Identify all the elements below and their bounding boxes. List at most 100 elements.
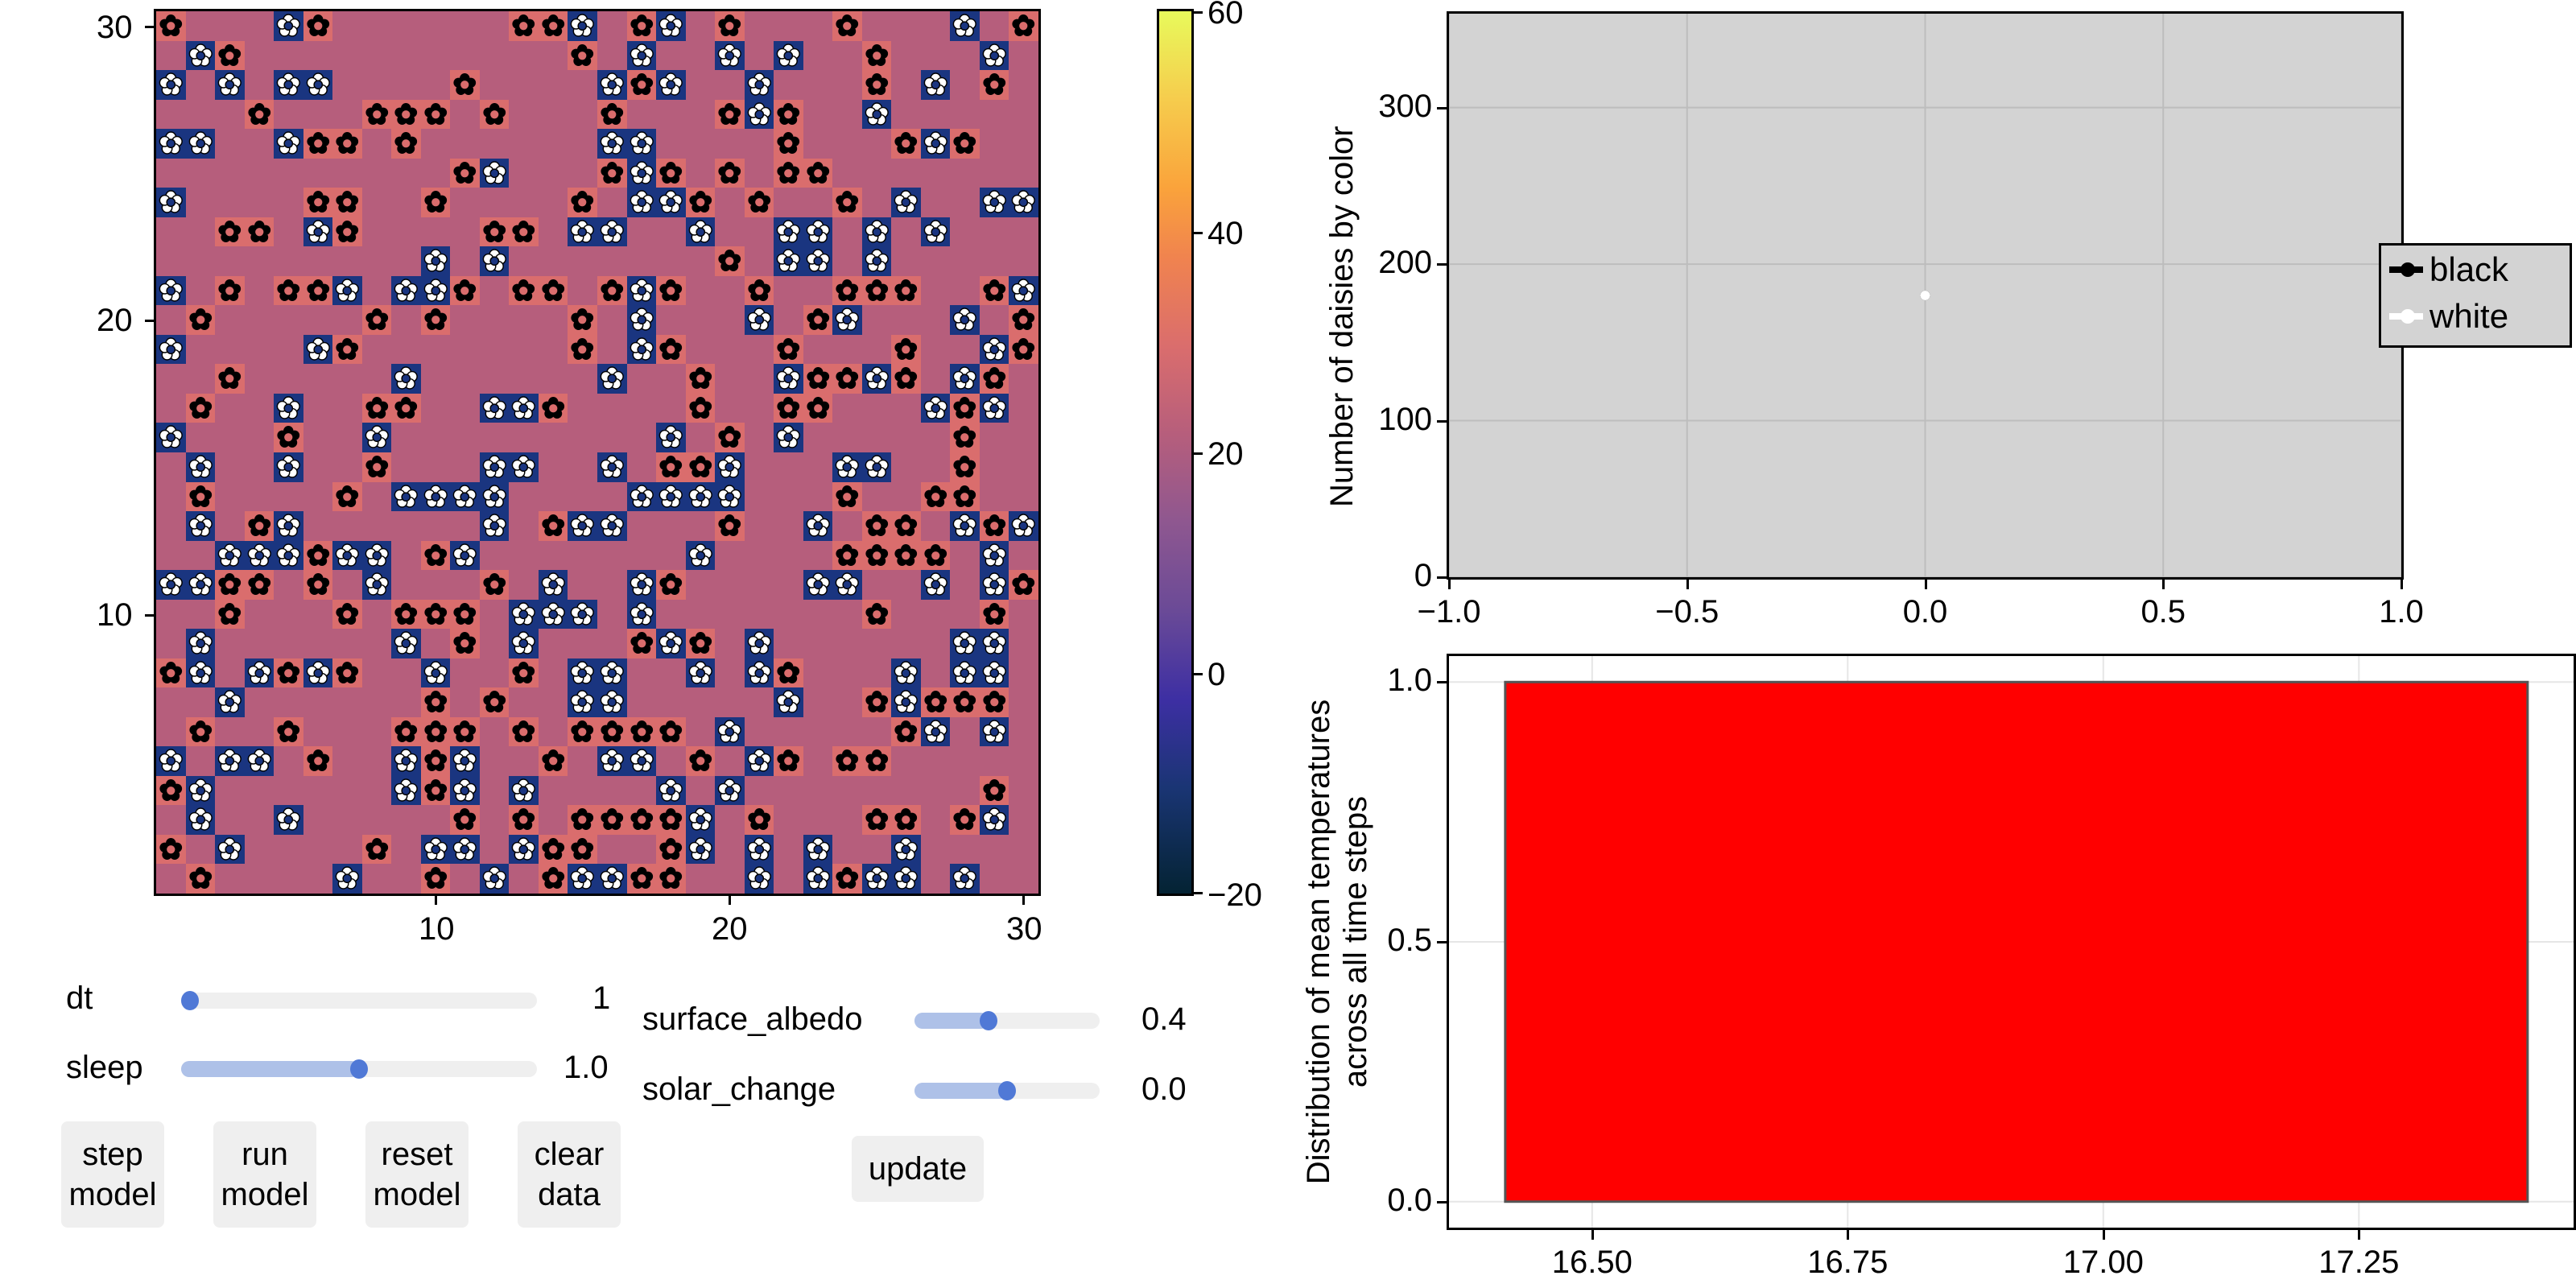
step-model-button[interactable]: step model bbox=[61, 1121, 164, 1228]
grid-cell-white-daisy bbox=[803, 834, 833, 865]
grid-cell-black-daisy bbox=[509, 805, 539, 835]
slider-label-sleep: sleep bbox=[66, 1050, 143, 1085]
grid-cell-black-daisy bbox=[832, 481, 862, 512]
colorbar-tick-label: 0 bbox=[1208, 657, 1226, 692]
grid-cell-empty bbox=[509, 364, 539, 394]
hist-chart-ylabel: Distribution of mean temperatures across… bbox=[1301, 699, 1373, 1185]
white-daisy-icon bbox=[423, 837, 448, 861]
grid-cell-white-daisy bbox=[479, 481, 510, 512]
grid-cell-empty bbox=[539, 129, 568, 159]
grid-cell-empty bbox=[421, 11, 451, 41]
dt-slider-knob[interactable] bbox=[181, 991, 199, 1010]
grid-cell-black-daisy bbox=[538, 511, 568, 541]
grid-cell-white-daisy bbox=[685, 805, 716, 835]
run-model-button[interactable]: run model bbox=[213, 1121, 316, 1228]
grid-cell-empty bbox=[803, 629, 833, 658]
black-daisy-icon bbox=[512, 720, 535, 742]
grid-cell-black-daisy bbox=[715, 423, 745, 452]
white-daisy-icon bbox=[776, 366, 801, 390]
white-daisy-icon bbox=[747, 749, 771, 773]
white-daisy-icon bbox=[747, 308, 771, 332]
grid-cell-white-daisy bbox=[215, 70, 245, 100]
grid-cell-white-daisy bbox=[244, 746, 275, 776]
white-daisy-icon bbox=[658, 190, 683, 213]
black-daisy-icon bbox=[307, 191, 329, 213]
grid-cell-empty bbox=[450, 394, 480, 423]
grid-cell-empty bbox=[745, 129, 774, 159]
grid-cell-black-daisy bbox=[538, 393, 568, 423]
grid-cell-empty bbox=[921, 511, 951, 541]
grid-cell-empty bbox=[509, 423, 539, 452]
white-daisy-icon bbox=[747, 631, 771, 654]
white-daisy-icon bbox=[894, 866, 919, 890]
grid-cell-empty bbox=[950, 217, 980, 247]
grid-cell-black-daisy bbox=[774, 129, 803, 159]
grid-cell-empty bbox=[509, 188, 539, 217]
clear-data-button[interactable]: clear data bbox=[518, 1121, 621, 1228]
grid-cell-black-daisy bbox=[420, 687, 451, 717]
grid-cell-black-daisy bbox=[685, 746, 716, 776]
grid-cell-black-daisy bbox=[391, 393, 421, 423]
grid-cell-empty bbox=[186, 246, 216, 276]
grid-cell-black-daisy bbox=[420, 540, 451, 571]
black-daisy-icon bbox=[689, 396, 712, 419]
white-daisy-icon bbox=[894, 661, 919, 684]
grid-cell-empty bbox=[245, 188, 275, 217]
surface-albedo-slider-knob[interactable] bbox=[980, 1011, 997, 1030]
grid-cell-empty bbox=[950, 100, 980, 130]
grid-cell-black-daisy bbox=[979, 599, 1009, 630]
dt-slider[interactable] bbox=[181, 991, 537, 1010]
grid-cell-white-daisy bbox=[1009, 275, 1038, 306]
reset-model-button[interactable]: reset model bbox=[365, 1121, 469, 1228]
grid-cell-empty bbox=[832, 129, 862, 159]
grid-cell-white-daisy bbox=[597, 217, 627, 247]
grid-cell-empty bbox=[274, 41, 303, 71]
grid-cell-empty bbox=[450, 364, 480, 394]
black-daisy-icon bbox=[336, 337, 359, 360]
grid-cell-empty bbox=[450, 864, 480, 894]
grid-cell-black-daisy bbox=[450, 70, 480, 100]
white-daisy-icon bbox=[982, 190, 1006, 213]
white-daisy-icon bbox=[365, 425, 389, 449]
white-daisy-icon bbox=[688, 807, 712, 832]
temperature-histogram-svg bbox=[1449, 656, 2574, 1228]
black-daisy-icon bbox=[777, 161, 800, 184]
white-daisy-icon bbox=[717, 778, 741, 802]
update-button[interactable]: update bbox=[852, 1136, 984, 1202]
grid-cell-empty bbox=[686, 41, 716, 71]
white-daisy-icon bbox=[865, 366, 889, 390]
sleep-slider-knob[interactable] bbox=[350, 1059, 368, 1079]
grid-cell-white-daisy bbox=[538, 570, 568, 600]
black-daisy-icon bbox=[424, 308, 447, 331]
grid-cell-empty bbox=[891, 482, 921, 512]
grid-cell-empty bbox=[362, 11, 392, 41]
black-daisy-icon bbox=[983, 514, 1006, 537]
sleep-slider[interactable] bbox=[181, 1059, 537, 1079]
grid-cell-empty bbox=[156, 246, 186, 276]
grid-cell-empty bbox=[186, 687, 216, 717]
black-daisy-icon bbox=[601, 161, 624, 184]
grid-cell-empty bbox=[303, 864, 333, 894]
surface-albedo-slider[interactable] bbox=[914, 1011, 1100, 1030]
hist-xtick bbox=[1591, 1230, 1594, 1240]
black-daisy-icon bbox=[394, 720, 418, 742]
colorbar-tick bbox=[1193, 452, 1203, 455]
grid-cell-empty bbox=[539, 805, 568, 835]
grid-cell-black-daisy bbox=[685, 188, 716, 217]
hist-ytick bbox=[1437, 941, 1447, 943]
black-daisy-icon bbox=[718, 426, 741, 448]
grid-cell-black-daisy bbox=[450, 805, 480, 835]
solar-change-slider[interactable] bbox=[914, 1081, 1100, 1100]
grid-cell-empty bbox=[480, 70, 510, 100]
grid-cell-empty bbox=[274, 570, 303, 600]
grid-cell-empty bbox=[803, 452, 833, 482]
black-daisy-icon bbox=[336, 485, 359, 507]
grid-cell-empty bbox=[450, 658, 480, 688]
colorbar-tick bbox=[1193, 11, 1203, 14]
solar-change-slider-knob[interactable] bbox=[998, 1081, 1016, 1100]
count-chart-xtick-label: −1.0 bbox=[1417, 594, 1481, 630]
grid-cell-empty bbox=[215, 11, 245, 41]
grid-cell-black-daisy bbox=[626, 11, 657, 41]
grid-cell-empty bbox=[215, 452, 245, 482]
black-daisy-icon bbox=[659, 279, 683, 301]
